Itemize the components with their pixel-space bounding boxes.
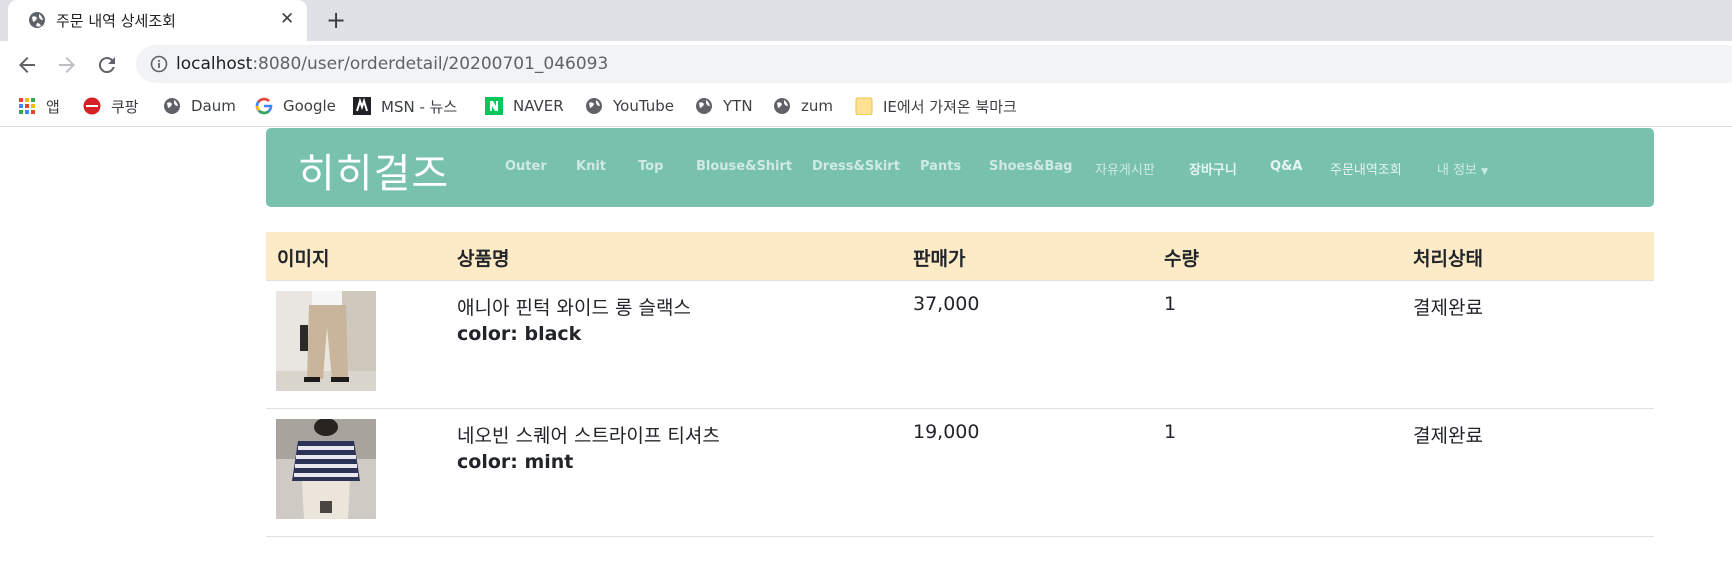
caret-down-icon: ▼ [1481, 167, 1489, 177]
coupang-icon [83, 97, 101, 115]
bookmark-label: NAVER [513, 97, 564, 115]
apps-grid-icon [18, 97, 36, 115]
nav-knit[interactable]: Knit [576, 159, 606, 174]
bookmark-zum[interactable]: zum [773, 95, 833, 117]
bookmark-label: YouTube [613, 97, 674, 115]
url-path: :8080/user/orderdetail/20200701_046093 [252, 54, 609, 74]
bookmark-label: 쿠팡 [111, 97, 139, 116]
nav-top[interactable]: Top [638, 159, 663, 174]
bookmark-msn[interactable]: MSN - 뉴스 [353, 95, 457, 117]
browser-tab-strip: 주문 내역 상세조회 ✕ + [0, 0, 1732, 41]
site-brand[interactable]: 히히걸즈 [298, 141, 449, 199]
bookmark-naver[interactable]: NAVER [485, 95, 564, 117]
bookmark-ytn[interactable]: YTN [695, 95, 753, 117]
nav-my-info-label: 내 정보 [1437, 163, 1478, 178]
bookmark-folder-ie[interactable]: IE에서 가져온 북마크 [855, 95, 1017, 117]
nav-dress-skirt[interactable]: Dress&Skirt [812, 159, 900, 174]
product-thumbnail[interactable] [276, 291, 376, 391]
google-icon [255, 97, 273, 115]
address-bar[interactable]: localhost:8080/user/orderdetail/20200701… [136, 45, 1732, 83]
new-tab-icon[interactable]: + [326, 6, 346, 34]
bookmark-label: IE에서 가져온 북마크 [883, 97, 1017, 116]
browser-toolbar: localhost:8080/user/orderdetail/20200701… [0, 41, 1732, 88]
nav-shoes-bag[interactable]: Shoes&Bag [989, 159, 1072, 174]
product-option: color: mint [457, 451, 574, 473]
bookmark-apps[interactable]: 앱 [18, 95, 60, 117]
product-name[interactable]: 네오빈 스퀘어 스트라이프 티셔츠 [457, 421, 720, 448]
product-quantity: 1 [1164, 293, 1177, 315]
table-row: 애니아 핀턱 와이드 롱 슬랙스 color: black 37,000 1 결… [266, 281, 1654, 409]
forward-icon[interactable] [55, 53, 79, 77]
product-price: 37,000 [913, 293, 980, 315]
close-tab-icon[interactable]: ✕ [280, 9, 294, 29]
header-price: 판매가 [913, 248, 966, 270]
bookmark-label: Google [283, 97, 336, 115]
nav-pants[interactable]: Pants [920, 159, 961, 174]
tab-title: 주문 내역 상세조회 [56, 12, 176, 30]
product-thumbnail[interactable] [276, 419, 376, 519]
bookmark-label: Daum [191, 97, 236, 115]
info-icon[interactable] [150, 55, 168, 77]
folder-icon [855, 97, 873, 115]
nav-free-board[interactable]: 자유게시판 [1095, 159, 1155, 178]
naver-icon [485, 97, 503, 115]
bookmark-label: 앱 [46, 97, 60, 116]
order-status: 결제완료 [1413, 297, 1483, 319]
bookmark-coupang[interactable]: 쿠팡 [83, 95, 139, 117]
nav-qna[interactable]: Q&A [1270, 159, 1302, 174]
product-option: color: black [457, 323, 582, 345]
back-icon[interactable] [15, 53, 39, 77]
globe-icon [585, 97, 603, 115]
order-status: 결제완료 [1413, 425, 1483, 447]
product-quantity: 1 [1164, 421, 1177, 443]
table-row: 네오빈 스퀘어 스트라이프 티셔츠 color: mint 19,000 1 결… [266, 409, 1654, 537]
header-product-name: 상품명 [457, 248, 510, 270]
url-text: localhost:8080/user/orderdetail/20200701… [176, 54, 608, 74]
nav-blouse-shirt[interactable]: Blouse&Shirt [696, 159, 792, 174]
nav-cart[interactable]: 장바구니 [1189, 159, 1237, 178]
bookmark-label: MSN - 뉴스 [381, 97, 458, 116]
browser-tab-active[interactable]: 주문 내역 상세조회 ✕ [8, 0, 307, 41]
header-status: 처리상태 [1413, 248, 1483, 270]
table-header: 이미지 상품명 판매가 수량 처리상태 [266, 232, 1654, 281]
bookmark-youtube[interactable]: YouTube [585, 95, 674, 117]
globe-icon [163, 97, 181, 115]
nav-outer[interactable]: Outer [505, 159, 547, 174]
nav-my-info[interactable]: 내 정보 ▼ [1437, 159, 1488, 178]
bookmarks-bar: 앱 쿠팡 Daum Google MSN - 뉴스 NAVER YouTube … [0, 88, 1732, 127]
product-name[interactable]: 애니아 핀턱 와이드 롱 슬랙스 [457, 293, 691, 320]
product-price: 19,000 [913, 421, 980, 443]
header-image: 이미지 [277, 248, 330, 270]
bookmark-label: zum [801, 97, 833, 115]
globe-icon [28, 11, 46, 33]
globe-icon [773, 97, 791, 115]
bookmark-daum[interactable]: Daum [163, 95, 236, 117]
url-host: localhost [176, 54, 253, 74]
bookmark-label: YTN [723, 97, 753, 115]
msn-icon [353, 97, 371, 115]
site-navbar: 히히걸즈 Outer Knit Top Blouse&Shirt Dress&S… [266, 128, 1654, 207]
header-quantity: 수량 [1164, 248, 1199, 270]
nav-order-history[interactable]: 주문내역조회 [1330, 159, 1402, 178]
bookmark-google[interactable]: Google [255, 95, 336, 117]
globe-icon [695, 97, 713, 115]
reload-icon[interactable] [95, 53, 119, 77]
